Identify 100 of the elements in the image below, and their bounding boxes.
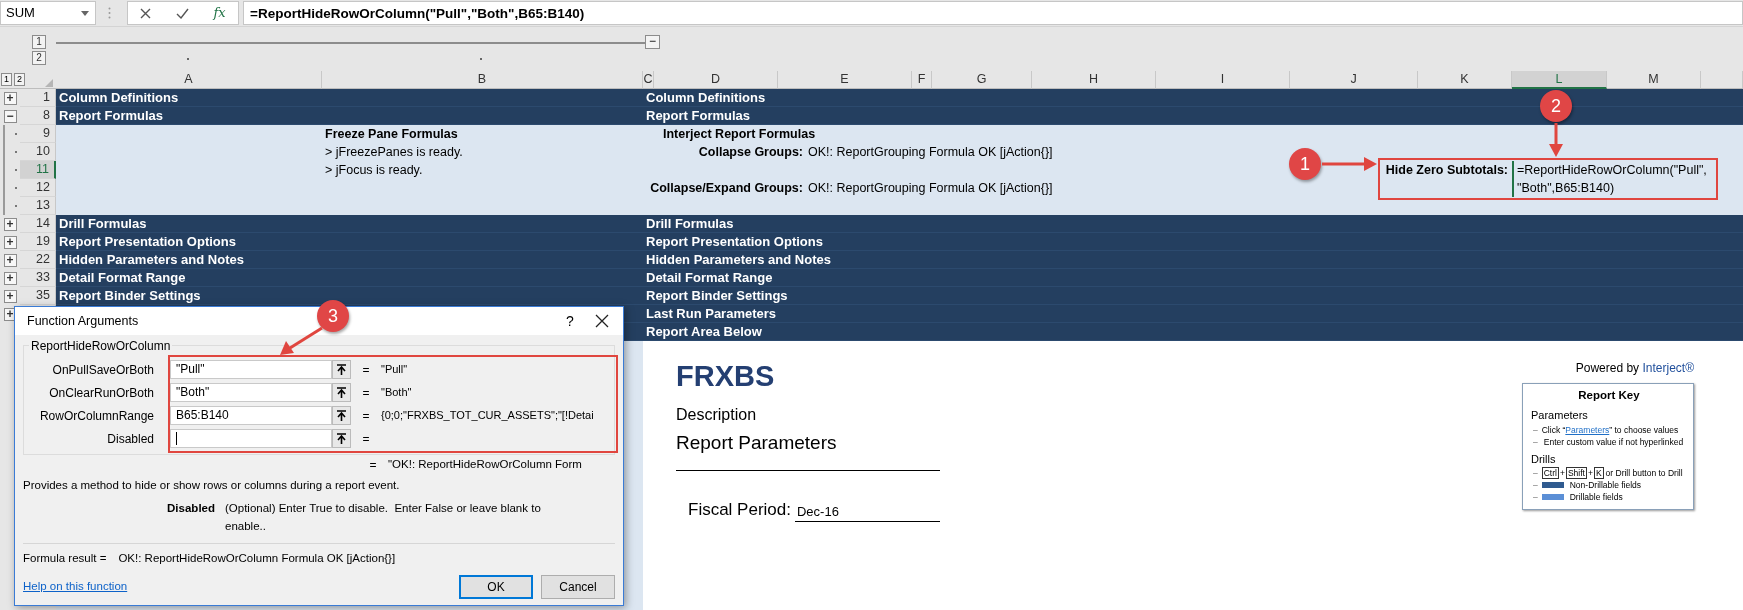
- row-header[interactable]: 11: [20, 161, 56, 179]
- field-label: Formula result =: [23, 550, 107, 566]
- help-link[interactable]: Help on this function: [23, 578, 128, 596]
- field-label: Fiscal Period:: [688, 498, 791, 521]
- column-header[interactable]: L: [1512, 71, 1607, 89]
- column-header[interactable]: B: [322, 71, 643, 89]
- outline-level-button[interactable]: 2: [32, 51, 46, 65]
- section-title: Hidden Parameters and Notes: [645, 252, 831, 267]
- equals-sign: =: [361, 384, 371, 402]
- report-title: FRXBS: [676, 359, 776, 393]
- key-cap: Shift: [1565, 467, 1587, 480]
- column-header[interactable]: E: [778, 71, 912, 89]
- parameter-field[interactable]: Dec-16: [795, 501, 940, 522]
- dialog-button[interactable]: OK: [459, 575, 533, 599]
- formula-field[interactable]: =ReportHideRowOrColumn("Pull","Both",B65:B140): [243, 1, 1743, 25]
- row-header[interactable]: 14: [20, 215, 56, 233]
- row-header[interactable]: 22: [20, 251, 56, 269]
- field-label: Collapse Groups:: [697, 144, 804, 161]
- upload-arrow-icon: [337, 364, 346, 375]
- section-title: Column Definitions: [58, 90, 179, 105]
- column-header[interactable]: J: [1290, 71, 1418, 89]
- input-field[interactable]: B65:B140: [170, 406, 332, 425]
- key-cap: Ctrl: [1541, 467, 1559, 480]
- outline-level-button[interactable]: 1: [32, 35, 46, 49]
- equals-sign: =: [361, 407, 371, 425]
- outline-level-button[interactable]: 1: [1, 73, 12, 86]
- field-label: OnPullSaveOrBoth: [51, 361, 155, 379]
- function-description: Provides a method to hide or show rows or columns during a report event.: [23, 478, 401, 493]
- row-header[interactable]: 33: [20, 269, 56, 287]
- row-header[interactable]: 19: [20, 233, 56, 251]
- name-box[interactable]: SUM: [0, 1, 96, 25]
- section-title: Report Formulas: [645, 108, 750, 123]
- column-header[interactable]: H: [1032, 71, 1156, 89]
- cell-heading: Freeze Pane Formulas: [324, 127, 458, 141]
- column-header[interactable]: F: [912, 71, 932, 89]
- outline-toggle-button[interactable]: +: [3, 253, 17, 267]
- outline-toggle-button[interactable]: −: [3, 109, 17, 123]
- argument-help-text: (Optional) Enter True to disable. Enter False or leave blank to enable..: [225, 501, 542, 534]
- section-title: Report Binder Settings: [58, 288, 201, 303]
- row-header[interactable]: 12: [20, 179, 56, 197]
- dropdown-caret-icon[interactable]: [81, 10, 89, 16]
- outline-toggle-button[interactable]: +: [3, 271, 17, 285]
- column-header[interactable]: D: [654, 71, 778, 89]
- cell-editor[interactable]: =ReportHideRowOrColumn("Pull", "Both",B65:B140): [1512, 161, 1707, 197]
- bullet-dash: –: [1533, 435, 1538, 448]
- outline-toggle-button[interactable]: +: [3, 217, 17, 231]
- outline-toggle-button[interactable]: −: [645, 35, 660, 49]
- cell-text: > jFocus is ready.: [324, 163, 423, 177]
- grip-icon: [108, 7, 111, 19]
- dialog-button[interactable]: Cancel: [541, 575, 615, 599]
- plus-sign: +: [1559, 467, 1565, 480]
- upload-arrow-icon: [337, 433, 346, 444]
- text-cursor: [176, 432, 177, 446]
- column-header[interactable]: A: [56, 71, 322, 89]
- outline-toggle-button[interactable]: +: [3, 91, 17, 105]
- section-title: Last Run Parameters: [645, 306, 777, 321]
- section-title: Drill Formulas: [645, 216, 734, 231]
- callout-arrow: [278, 326, 324, 356]
- report-description: Description: [676, 405, 758, 425]
- section-title: Report Formulas: [58, 108, 163, 123]
- field-label: OnClearRunOrBoth: [48, 384, 155, 402]
- key-instruction: Click “Parameters” to choose values: [1541, 423, 1679, 436]
- upload-arrow-icon: [337, 387, 346, 398]
- section-title: Hidden Parameters and Notes: [58, 252, 244, 267]
- help-button[interactable]: ?: [553, 310, 587, 332]
- input-field[interactable]: [170, 429, 332, 448]
- key-instruction: or Drill button to Drill: [1605, 467, 1683, 480]
- input-field[interactable]: "Pull": [170, 360, 332, 379]
- outline-toggle-button[interactable]: +: [3, 235, 17, 249]
- row-header[interactable]: 1: [20, 89, 56, 107]
- column-header[interactable]: M: [1607, 71, 1701, 89]
- column-header[interactable]: I: [1156, 71, 1290, 89]
- check-icon[interactable]: [175, 7, 189, 19]
- row-header[interactable]: 10: [20, 143, 56, 161]
- outline-toggle-button[interactable]: +: [3, 289, 17, 303]
- collapse-dialog-button[interactable]: [332, 429, 351, 448]
- row-header[interactable]: 13: [20, 197, 56, 215]
- field-label: Collapse/Expand Groups:: [649, 180, 804, 197]
- argument-result: {0;0;"FRXBS_TOT_CUR_ASSETS";"[!Detai: [381, 408, 595, 424]
- outline-level-button[interactable]: 2: [14, 73, 25, 86]
- section-title: Report Presentation Options: [58, 234, 236, 249]
- collapse-dialog-button[interactable]: [332, 360, 351, 379]
- column-header[interactable]: K: [1418, 71, 1512, 89]
- close-icon[interactable]: [595, 314, 609, 328]
- equals-sign: =: [361, 430, 371, 448]
- key-instruction: Non-Drillable fields: [1569, 479, 1642, 492]
- collapse-dialog-button[interactable]: [332, 406, 351, 425]
- row-header[interactable]: 9: [20, 125, 56, 143]
- brand-name: Interject®: [1642, 361, 1694, 375]
- insert-function-button[interactable]: fx: [213, 3, 226, 23]
- equals-sign: =: [361, 361, 371, 379]
- field-label: Hide Zero Subtotals:: [1385, 163, 1509, 177]
- row-header[interactable]: 35: [20, 287, 56, 305]
- row-header[interactable]: 8: [20, 107, 56, 125]
- key-heading: Drills: [1531, 451, 1557, 467]
- cancel-icon[interactable]: [140, 7, 152, 19]
- collapse-dialog-button[interactable]: [332, 383, 351, 402]
- input-field[interactable]: "Both": [170, 383, 332, 402]
- column-header[interactable]: G: [932, 71, 1032, 89]
- plus-sign: +: [1587, 467, 1593, 480]
